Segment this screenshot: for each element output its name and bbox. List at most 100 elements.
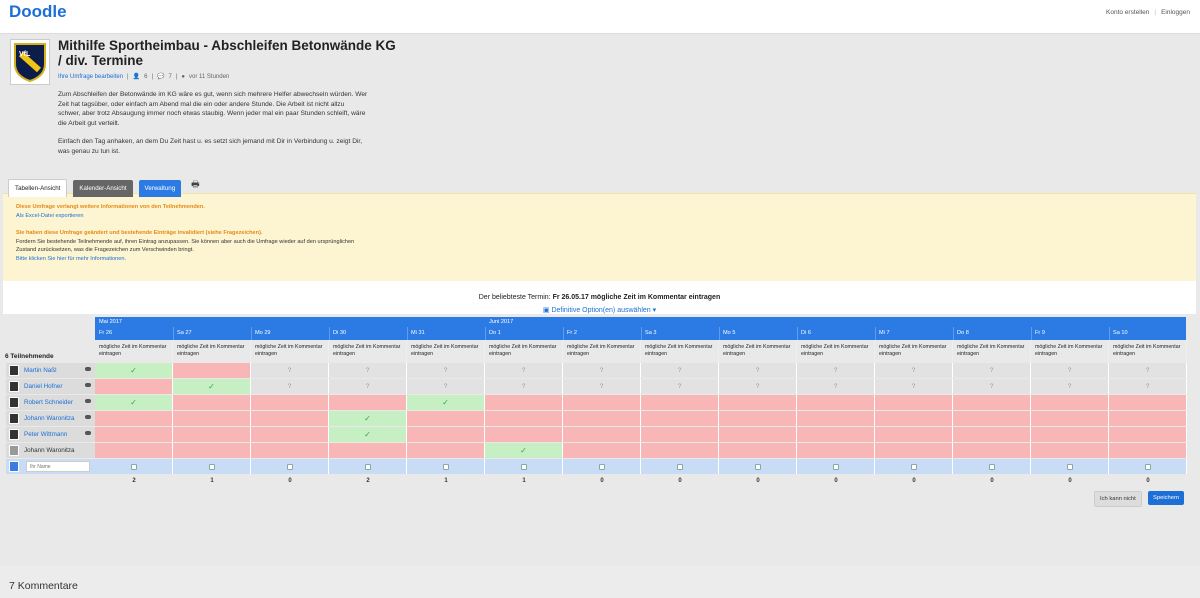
day-separator <box>173 327 174 340</box>
option-checkbox[interactable] <box>832 463 839 470</box>
question-mark-icon: ? <box>875 379 953 394</box>
vote-total: 1 <box>522 478 526 484</box>
notice-warning: Sie haben diese Umfrage geändert und bes… <box>16 230 263 236</box>
comments-title: 7 Kommentare <box>9 580 78 592</box>
comments-section: 7 Kommentare <box>0 566 1200 598</box>
avatar <box>9 413 19 424</box>
vote-no-cell <box>563 427 641 442</box>
option-checkbox[interactable] <box>754 463 761 470</box>
option-checkbox-cell[interactable] <box>173 459 251 474</box>
option-checkbox-cell[interactable] <box>329 459 407 474</box>
comment-icon: 💬 <box>157 74 165 80</box>
option-text: mögliche Zeit im Kommentar eintragen <box>641 340 719 362</box>
option-checkbox-cell[interactable] <box>563 459 641 474</box>
vote-total: 2 <box>132 478 136 484</box>
doodle-logo[interactable]: Doodle <box>9 2 67 22</box>
popular-label: Der beliebteste Termin: <box>478 294 551 301</box>
option-checkbox-cell[interactable] <box>1109 459 1187 474</box>
tab-table-view[interactable]: Tabellen-Ansicht <box>8 179 68 197</box>
create-account-link[interactable]: Konto erstellen <box>1106 9 1149 16</box>
participant-name[interactable]: Johann Waronitza <box>6 443 95 458</box>
option-checkbox-cell[interactable] <box>251 459 329 474</box>
day-separator <box>875 327 876 340</box>
participant-name[interactable]: Johann Waronitza <box>6 411 95 426</box>
check-icon: ✓ <box>485 443 563 458</box>
option-checkbox[interactable] <box>988 463 995 470</box>
edit-poll-link[interactable]: Ihre Umfrage bearbeiten <box>58 74 123 80</box>
option-checkbox[interactable] <box>676 463 683 470</box>
month-label: Juni 2017 <box>489 319 514 325</box>
day-label: Mo 5 <box>723 330 736 336</box>
vote-no-cell <box>1109 395 1187 410</box>
option-text: mögliche Zeit im Kommentar eintragen <box>1109 340 1187 362</box>
definitive-option-dropdown[interactable]: ▣ Definitive Option(en) auswählen ▾ <box>3 306 1196 314</box>
vote-no-cell <box>95 443 173 458</box>
question-mark-icon: ? <box>407 363 485 378</box>
notice-box: Diese Umfrage verlangt weitere Informati… <box>3 193 1196 281</box>
option-checkbox-cell[interactable] <box>95 459 173 474</box>
day-label: Fr 2 <box>567 330 577 336</box>
vote-no-cell <box>1031 395 1109 410</box>
name-input[interactable] <box>26 461 90 472</box>
option-checkbox-cell[interactable] <box>719 459 797 474</box>
comment-bubble-icon <box>85 367 91 371</box>
option-checkbox[interactable] <box>910 463 917 470</box>
day-separator <box>563 327 564 340</box>
date-header: Mai 2017 Juni 2017 Fr 26 Sa 27 Mo 29 Di 30 Mi … <box>95 317 1186 340</box>
tab-admin[interactable]: Verwaltung <box>138 180 182 197</box>
option-text: mögliche Zeit im Kommentar eintragen <box>953 340 1031 362</box>
option-checkbox-cell[interactable] <box>485 459 563 474</box>
option-checkbox[interactable] <box>1144 463 1151 470</box>
option-text: mögliche Zeit im Kommentar eintragen <box>173 340 251 362</box>
login-link[interactable]: Einloggen <box>1161 9 1190 16</box>
option-checkbox[interactable] <box>208 463 215 470</box>
more-info-link[interactable]: Bitte klicken Sie hier für mehr Informat… <box>16 256 126 262</box>
vote-no-cell <box>797 411 875 426</box>
vote-no-cell <box>407 427 485 442</box>
option-checkbox[interactable] <box>520 463 527 470</box>
participant-name[interactable]: Robert Schneider <box>6 395 95 410</box>
vote-no-cell <box>641 427 719 442</box>
day-label: Fr 9 <box>1035 330 1045 336</box>
vote-no-cell <box>1031 427 1109 442</box>
question-mark-icon: ? <box>485 379 563 394</box>
option-checkbox[interactable] <box>364 463 371 470</box>
option-checkbox-cell[interactable] <box>1031 459 1109 474</box>
day-separator <box>329 327 330 340</box>
participant-name[interactable]: Martin Naßl <box>6 363 95 378</box>
participant-name-text: Robert Schneider <box>24 399 74 406</box>
option-checkbox[interactable] <box>286 463 293 470</box>
participant-name[interactable]: Peter Wittmann <box>6 427 95 442</box>
description-paragraph: Einfach den Tag anhaken, an dem Du Zeit … <box>58 138 363 155</box>
participant-name[interactable]: Daniel Hofner <box>6 379 95 394</box>
vote-no-cell <box>953 443 1031 458</box>
option-checkbox-cell[interactable] <box>797 459 875 474</box>
option-text: mögliche Zeit im Kommentar eintragen <box>797 340 875 362</box>
vote-no-cell <box>875 427 953 442</box>
day-separator <box>407 327 408 340</box>
cant-attend-button[interactable]: Ich kann nicht <box>1094 491 1142 507</box>
save-button[interactable]: Speichern <box>1148 491 1185 505</box>
vote-no-cell <box>485 395 563 410</box>
export-link[interactable]: Als Excel-Datei exportieren <box>16 213 83 219</box>
question-mark-icon: ? <box>875 363 953 378</box>
printer-icon[interactable]: 🖶 <box>187 177 204 197</box>
option-checkbox-cell[interactable] <box>641 459 719 474</box>
option-checkbox[interactable] <box>1066 463 1073 470</box>
question-mark-icon: ? <box>797 379 875 394</box>
top-bar: Doodle Konto erstellen | Einloggen <box>0 0 1200 34</box>
question-mark-icon: ? <box>1031 379 1109 394</box>
option-checkbox[interactable] <box>442 463 449 470</box>
option-checkbox-cell[interactable] <box>875 459 953 474</box>
option-checkbox[interactable] <box>598 463 605 470</box>
vote-no-cell <box>329 395 407 410</box>
tab-calendar-view[interactable]: Kalender-Ansicht <box>73 180 133 197</box>
check-icon: ✓ <box>329 411 407 426</box>
popular-value: Fr 26.05.17 mögliche Zeit im Kommentar e… <box>552 294 721 301</box>
option-row: mögliche Zeit im Kommentar eintragen mögl… <box>95 340 1187 362</box>
avatar <box>9 445 19 456</box>
option-checkbox[interactable] <box>130 463 137 470</box>
vote-no-cell <box>875 411 953 426</box>
option-checkbox-cell[interactable] <box>953 459 1031 474</box>
option-checkbox-cell[interactable] <box>407 459 485 474</box>
